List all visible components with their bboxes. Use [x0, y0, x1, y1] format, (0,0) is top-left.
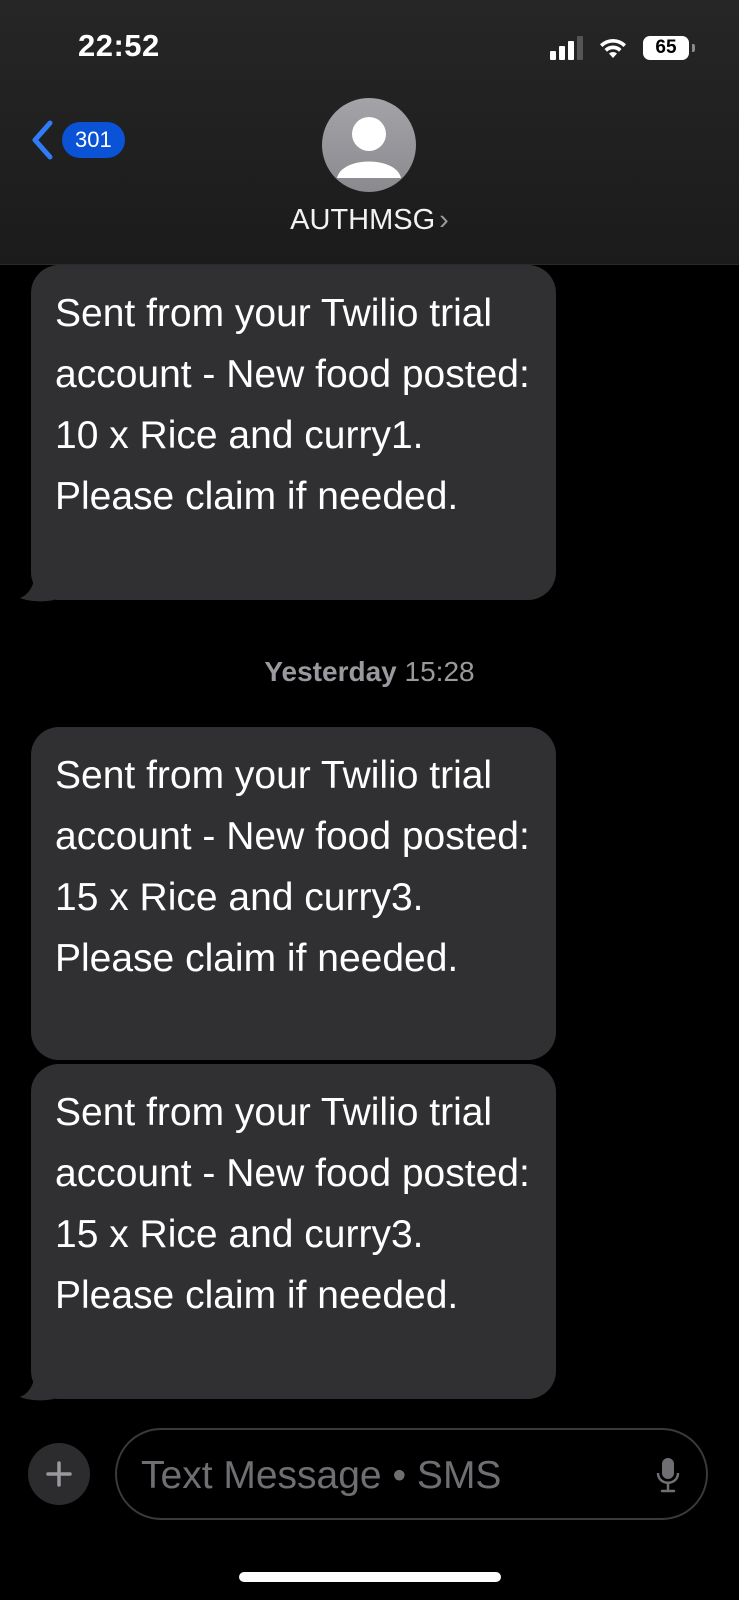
microphone-icon[interactable]	[656, 1456, 680, 1494]
person-icon	[337, 117, 401, 178]
message-input[interactable]	[141, 1448, 621, 1504]
battery-icon: 65	[643, 36, 695, 60]
contact-name-button[interactable]: AUTHMSG ›	[0, 204, 739, 237]
contact-name: AUTHMSG	[290, 204, 436, 236]
conversation-header: 22:52 65 301 AUTHMSG ›	[0, 0, 739, 265]
contact-avatar[interactable]	[322, 98, 416, 192]
status-time: 22:52	[78, 28, 160, 63]
plus-icon	[46, 1461, 72, 1487]
add-attachment-button[interactable]	[28, 1443, 90, 1505]
wifi-icon	[600, 38, 626, 58]
back-chevron-icon	[32, 120, 53, 160]
message-text: Sent from your Twilio trial account - Ne…	[55, 292, 530, 518]
home-indicator	[239, 1572, 501, 1582]
message-timestamp: Yesterday 15:28	[0, 656, 739, 688]
messages-screen: 22:52 65 301 AUTHMSG › Sent from your Tw…	[0, 0, 739, 1600]
timestamp-time: 15:28	[404, 656, 475, 687]
message-text: Sent from your Twilio trial account - Ne…	[55, 754, 530, 980]
status-icons: 65	[550, 36, 695, 60]
unread-count-badge: 301	[62, 122, 125, 158]
message-bubble[interactable]: Sent from your Twilio trial account - Ne…	[31, 1064, 556, 1399]
bubble-tail	[20, 562, 54, 602]
bubble-tail	[20, 1361, 54, 1401]
signal-icon	[550, 36, 583, 60]
timestamp-day: Yesterday	[264, 656, 397, 687]
message-input-box[interactable]	[115, 1428, 708, 1520]
back-button[interactable]: 301	[30, 120, 125, 160]
message-bubble[interactable]: Sent from your Twilio trial account - Ne…	[31, 265, 556, 600]
message-text: Sent from your Twilio trial account - Ne…	[55, 1091, 530, 1317]
chevron-right-icon: ›	[439, 204, 449, 236]
message-bubble[interactable]: Sent from your Twilio trial account - Ne…	[31, 727, 556, 1060]
